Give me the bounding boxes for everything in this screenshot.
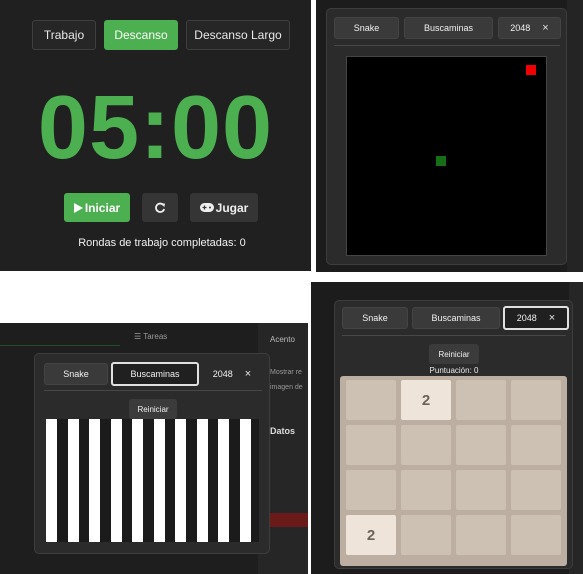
background-acento-label: Acento (270, 335, 295, 344)
minesweeper-column[interactable] (68, 419, 79, 542)
pomodoro-panel: Trabajo Descanso Descanso Largo 05:00 In… (0, 0, 311, 271)
tile-r1-c2 (456, 425, 506, 465)
background-tareas-label: ☰ Tareas (134, 332, 168, 341)
tab-buscaminas[interactable]: Buscaminas (404, 17, 493, 39)
background-divider (0, 345, 120, 346)
play-game-button[interactable]: Jugar (190, 193, 258, 222)
score-label: Puntuación: 0 (429, 366, 479, 375)
tile-r3-c1 (401, 515, 451, 555)
close-icon[interactable]: × (245, 368, 251, 380)
tab-2048[interactable]: 2048 × (503, 306, 569, 330)
tile-r2-c3 (511, 470, 561, 510)
minesweeper-column[interactable] (46, 419, 57, 542)
reset-button[interactable]: Reiniciar (129, 399, 177, 419)
tab-snake[interactable]: Snake (342, 307, 408, 329)
divider (342, 335, 566, 336)
start-button[interactable]: Iniciar (64, 193, 130, 222)
minesweeper-column[interactable] (89, 419, 100, 542)
reset-button[interactable] (142, 193, 178, 222)
tab-2048[interactable]: 2048 × (203, 363, 261, 385)
tile-r2-c1 (401, 470, 451, 510)
tile-r0-c2 (456, 380, 506, 420)
minesweeper-column[interactable] (218, 419, 229, 542)
background-mostrar-label: Mostrar re (270, 369, 302, 376)
refresh-icon (155, 202, 166, 213)
rounds-counter: Rondas de trabajo completadas: 0 (78, 237, 246, 249)
mode-descanso-largo-button[interactable]: Descanso Largo (186, 20, 290, 50)
background-imagen-label: imagen de (270, 384, 303, 391)
tile-r0-c3 (511, 380, 561, 420)
tile-r1-c0 (346, 425, 396, 465)
tile-r3-c2 (456, 515, 506, 555)
tile-r3-c3 (511, 515, 561, 555)
tile-r3-c0: 2 (346, 515, 396, 555)
tab-2048[interactable]: 2048 × (498, 17, 561, 39)
mode-trabajo-button[interactable]: Trabajo (32, 20, 96, 50)
tile-r0-c0 (346, 380, 396, 420)
tab-snake[interactable]: Snake (334, 17, 399, 39)
minesweeper-column[interactable] (132, 419, 143, 542)
tile-r0-c1: 2 (401, 380, 451, 420)
tab-2048-label: 2048 (510, 23, 531, 33)
snake-board[interactable] (346, 56, 547, 256)
mode-descanso-button[interactable]: Descanso (104, 20, 178, 50)
divider (334, 45, 560, 46)
snake-food (526, 65, 536, 75)
timer-display: 05:00 (37, 78, 274, 178)
reset-button[interactable]: Reiniciar (429, 344, 479, 364)
play-icon (73, 202, 83, 213)
background-app-strip (567, 0, 583, 272)
play-game-label: Jugar (215, 200, 249, 215)
tab-2048-label: 2048 (516, 313, 537, 323)
tab-snake[interactable]: Snake (44, 363, 108, 385)
tab-buscaminas[interactable]: Buscaminas (412, 307, 500, 329)
close-icon[interactable]: × (542, 22, 548, 34)
close-icon[interactable]: × (549, 312, 555, 324)
minesweeper-column[interactable] (175, 419, 186, 542)
tile-r2-c0 (346, 470, 396, 510)
minesweeper-column[interactable] (111, 419, 122, 542)
minesweeper-column[interactable] (240, 419, 251, 542)
background-red-bar (270, 513, 308, 527)
tile-r1-c1 (401, 425, 451, 465)
tile-r2-c2 (456, 470, 506, 510)
minesweeper-column[interactable] (197, 419, 208, 542)
divider (44, 390, 262, 391)
minesweeper-column[interactable] (154, 419, 165, 542)
tab-2048-label: 2048 (212, 369, 233, 379)
snake-body (436, 156, 446, 166)
tab-buscaminas[interactable]: Buscaminas (111, 362, 199, 386)
gamepad-icon (199, 203, 214, 212)
tile-r1-c3 (511, 425, 561, 465)
background-datos-label: Datos (270, 426, 296, 436)
game2048-grid[interactable]: 2 2 (340, 376, 567, 566)
start-button-label: Iniciar (84, 200, 121, 215)
